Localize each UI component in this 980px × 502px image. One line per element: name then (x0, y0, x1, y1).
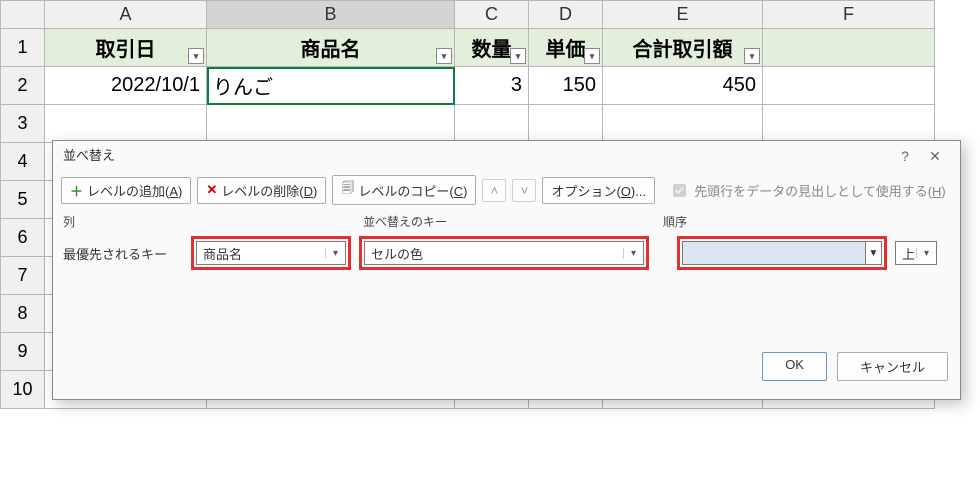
cell-E2[interactable]: 450 (603, 67, 763, 105)
col-header-order: 順序 (663, 213, 950, 230)
dropdown-icon: ▾ (916, 248, 932, 259)
header-label: 数量 (472, 39, 512, 61)
col-header-D[interactable]: D (529, 1, 603, 29)
filter-button[interactable]: ▾ (188, 48, 204, 64)
cell-C3[interactable] (455, 105, 529, 143)
cell-B2[interactable]: りんご (207, 67, 455, 105)
row-header-5[interactable]: 5 (1, 181, 45, 219)
col-header-A[interactable]: A (45, 1, 207, 29)
sort-dialog: 並べ替え ? ✕ ＋ レベルの追加(A) ✕ レベルの削除(D) 🗐 レベルのコ… (52, 140, 961, 400)
col-header-C[interactable]: C (455, 1, 529, 29)
cell-A1[interactable]: 取引日 ▾ (45, 29, 207, 67)
cell-C1[interactable]: 数量▾ (455, 29, 529, 67)
cell-D3[interactable] (529, 105, 603, 143)
row-header-2[interactable]: 2 (1, 67, 45, 105)
copy-icon: 🗐 (341, 179, 354, 201)
sort-position-value: 上 (902, 244, 915, 263)
dropdown-icon: ▼ (865, 242, 881, 264)
row-header-10[interactable]: 10 (1, 371, 45, 409)
dialog-titlebar[interactable]: 並べ替え ? ✕ (53, 141, 960, 171)
sort-column-value: 商品名 (203, 244, 242, 263)
row-header-7[interactable]: 7 (1, 257, 45, 295)
row-header-1[interactable]: 1 (1, 29, 45, 67)
cancel-button[interactable]: キャンセル (837, 352, 948, 381)
add-level-button[interactable]: ＋ レベルの追加(A) (61, 177, 191, 204)
cell-B3[interactable] (207, 105, 455, 143)
sort-on-value: セルの色 (371, 244, 423, 263)
filter-button[interactable]: ▾ (584, 48, 600, 64)
ok-button[interactable]: OK (762, 352, 827, 381)
row-header-3[interactable]: 3 (1, 105, 45, 143)
select-all-corner[interactable] (1, 1, 45, 29)
cell-F1[interactable] (763, 29, 935, 67)
col-header-F[interactable]: F (763, 1, 935, 29)
col-header-sorton: 並べ替えのキー (363, 213, 663, 230)
cell-D1[interactable]: 単価▾ (529, 29, 603, 67)
highlight-order: ▼ (677, 236, 887, 270)
cell-C2[interactable]: 3 (455, 67, 529, 105)
dialog-title: 並べ替え (63, 141, 115, 171)
row-header-8[interactable]: 8 (1, 295, 45, 333)
col-header-B[interactable]: B (207, 1, 455, 29)
cell-E1[interactable]: 合計取引額 ▾ (603, 29, 763, 67)
sort-position-select[interactable]: 上 ▾ (895, 241, 937, 265)
filter-button[interactable]: ▾ (744, 48, 760, 64)
cell-F2[interactable] (763, 67, 935, 105)
move-down-button[interactable]: ˅ (512, 179, 536, 202)
delete-level-button[interactable]: ✕ レベルの削除(D) (197, 177, 326, 204)
sort-on-select[interactable]: セルの色 ▾ (364, 241, 644, 265)
filter-button[interactable]: ▾ (510, 48, 526, 64)
header-label: 合計取引額 (633, 39, 733, 61)
sort-order-color-select[interactable]: ▼ (682, 241, 882, 265)
highlight-column: 商品名 ▾ (191, 236, 351, 270)
row-header-4[interactable]: 4 (1, 143, 45, 181)
cell-E3[interactable] (603, 105, 763, 143)
options-button[interactable]: オプション(O)... (542, 177, 655, 204)
header-label: 取引日 (96, 39, 156, 61)
header-label: 商品名 (301, 39, 361, 61)
cell-D2[interactable]: 150 (529, 67, 603, 105)
header-label: 単価 (546, 39, 586, 61)
cell-A2[interactable]: 2022/10/1 (45, 67, 207, 105)
header-row-checkbox-input[interactable] (673, 184, 686, 197)
chevron-up-icon: ˄ (491, 183, 499, 198)
cell-A3[interactable] (45, 105, 207, 143)
dropdown-icon: ▾ (623, 248, 639, 259)
col-header-column: 列 (63, 213, 363, 230)
cell-B1[interactable]: 商品名 ▾ (207, 29, 455, 67)
chevron-down-icon: ˅ (521, 183, 529, 198)
x-icon: ✕ (206, 182, 217, 198)
highlight-sorton: セルの色 ▾ (359, 236, 649, 270)
sort-column-select[interactable]: 商品名 ▾ (196, 241, 346, 265)
help-button[interactable]: ? (890, 141, 920, 171)
plus-icon: ＋ (70, 181, 83, 200)
close-button[interactable]: ✕ (920, 141, 950, 171)
primary-key-label: 最優先されるキー (63, 244, 183, 263)
row-header-6[interactable]: 6 (1, 219, 45, 257)
sort-level-row: 最優先されるキー 商品名 ▾ セルの色 ▾ ▼ 上 ▾ (53, 232, 960, 274)
header-row-checkbox[interactable]: 先頭行をデータの見出しとして使用する(H) (669, 181, 946, 200)
copy-level-button[interactable]: 🗐 レベルのコピー(C) (332, 175, 476, 205)
col-header-E[interactable]: E (603, 1, 763, 29)
dropdown-icon: ▾ (325, 248, 341, 259)
cell-F3[interactable] (763, 105, 935, 143)
row-header-9[interactable]: 9 (1, 333, 45, 371)
move-up-button[interactable]: ˄ (482, 179, 506, 202)
filter-button[interactable]: ▾ (436, 48, 452, 64)
